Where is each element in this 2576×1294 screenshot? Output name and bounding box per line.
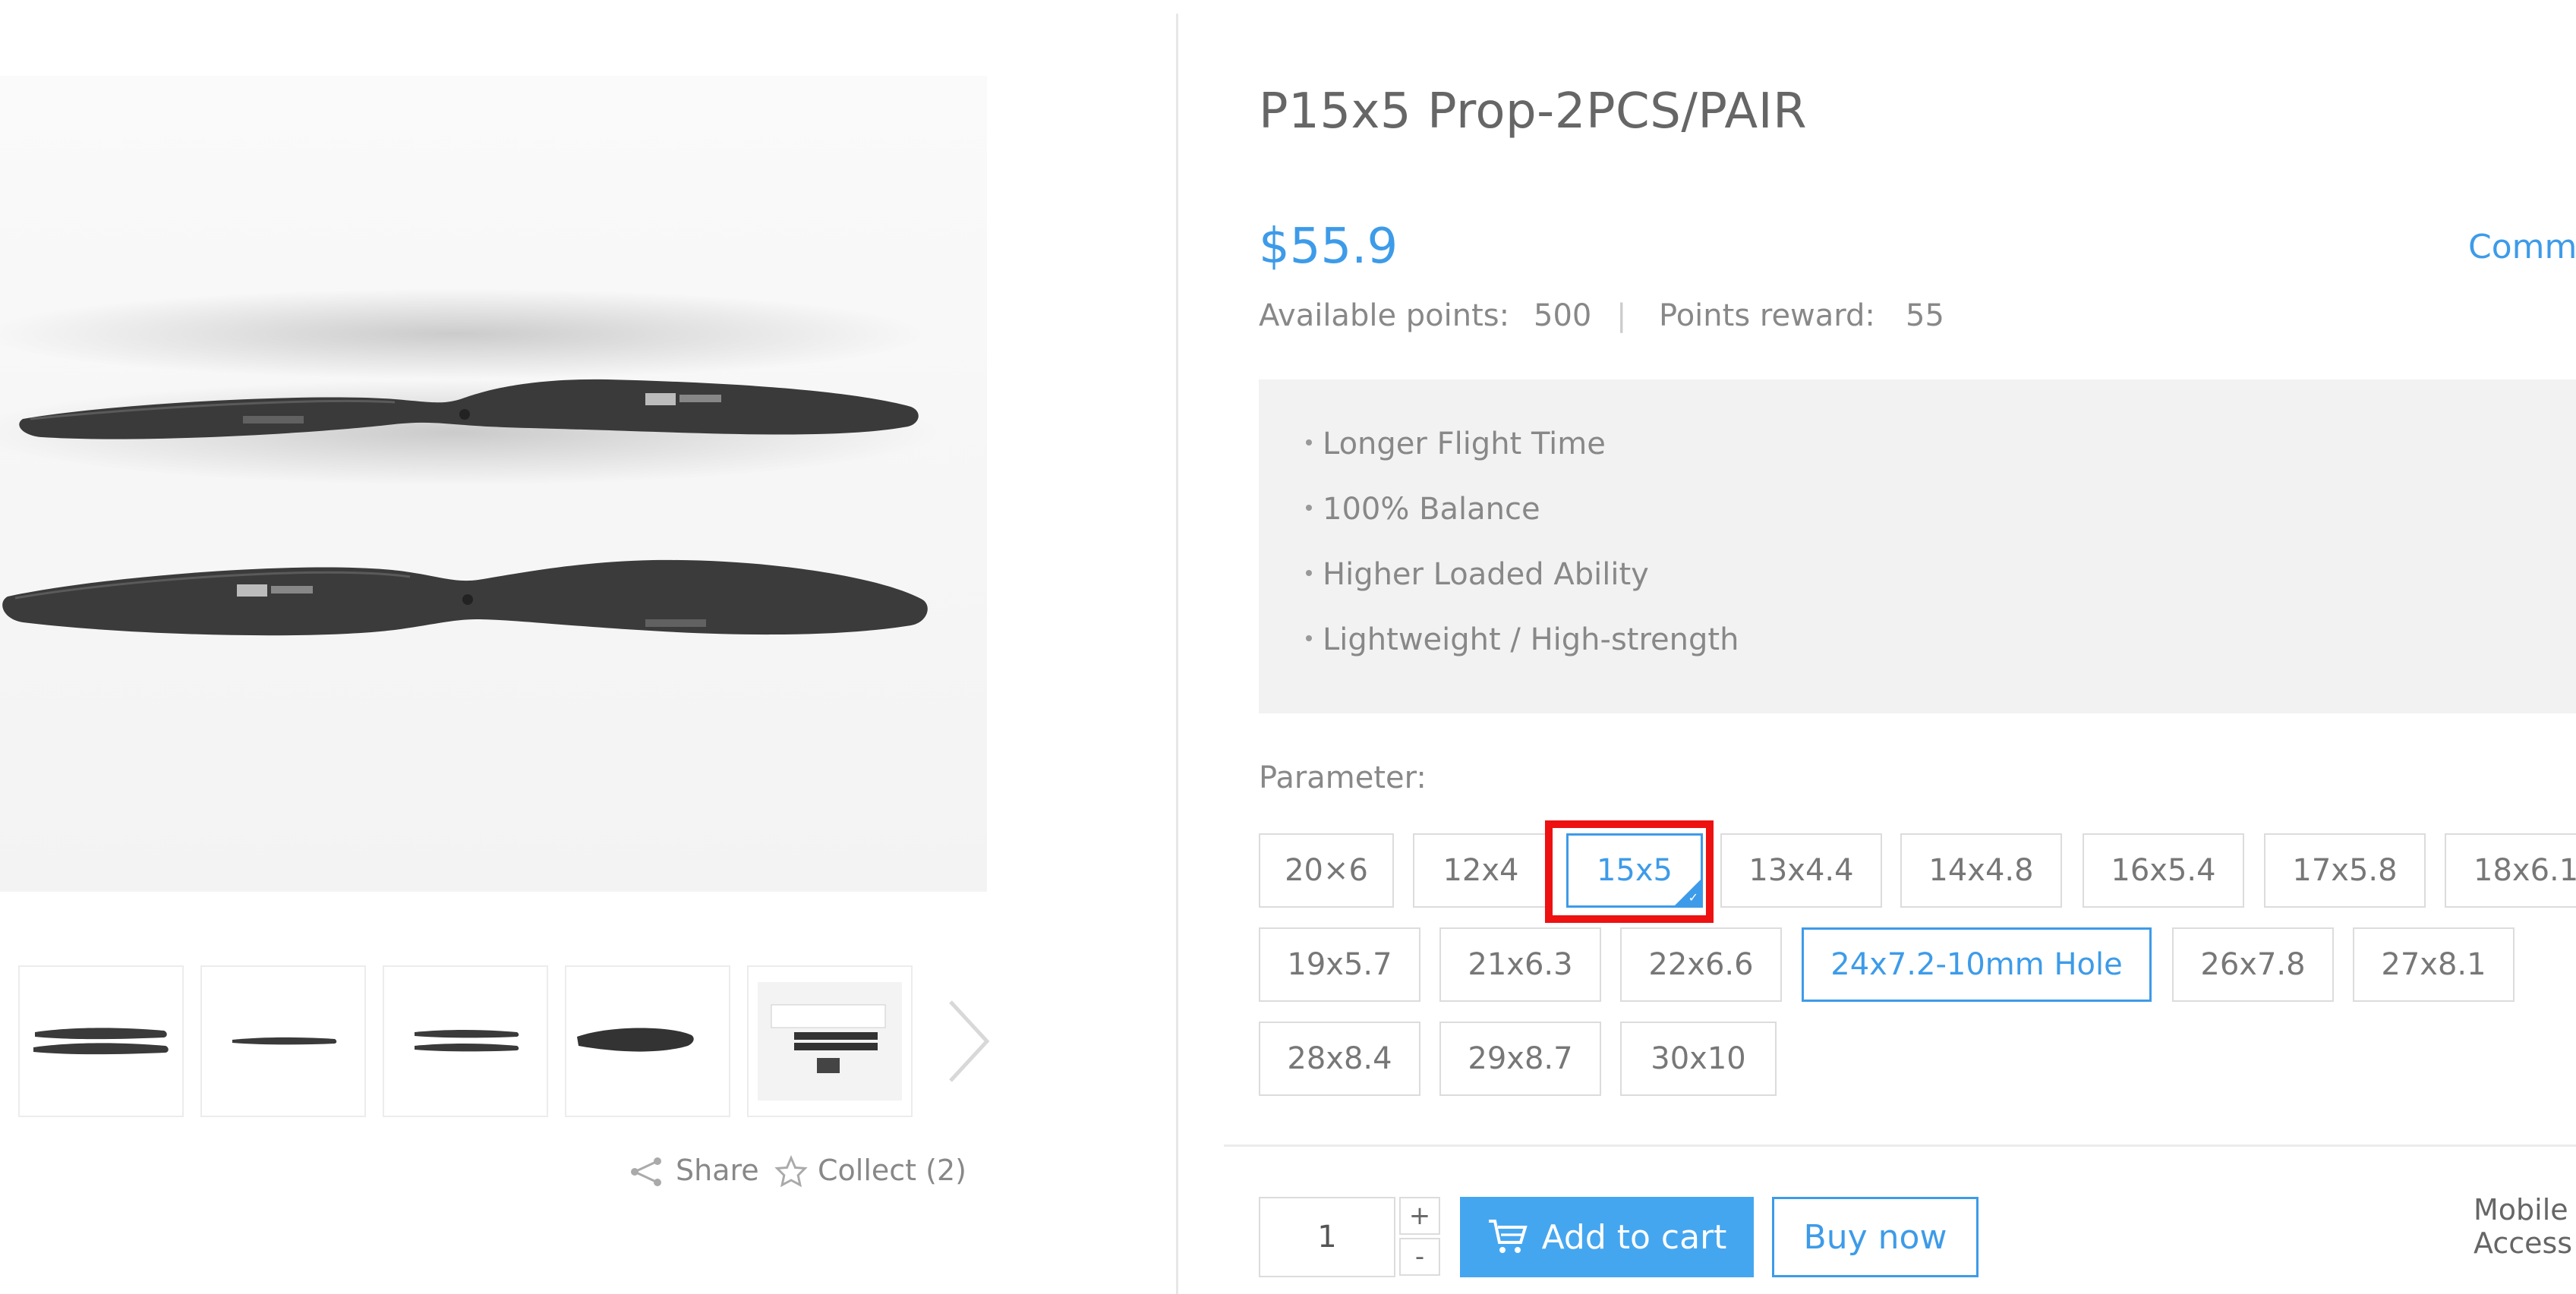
- thumbnail-image: [577, 1028, 694, 1052]
- chevron-right-icon[interactable]: [941, 996, 995, 1087]
- add-to-cart-label: Add to cart: [1541, 1217, 1727, 1257]
- option-26x7.8[interactable]: 26x7.8: [2172, 927, 2334, 1002]
- feature-text: Longer Flight Time: [1323, 427, 1606, 461]
- quantity-input[interactable]: 1: [1259, 1197, 1395, 1277]
- option-22x6.6[interactable]: 22x6.6: [1620, 927, 1782, 1002]
- thumbnail-3[interactable]: [383, 965, 548, 1117]
- mobile-access-line1: Mobile: [2474, 1193, 2568, 1226]
- thumbnail-5[interactable]: [747, 965, 913, 1117]
- thumbnail-1[interactable]: [18, 965, 184, 1117]
- thumbnail-image: [232, 1037, 337, 1045]
- product-title: P15x5 Prop-2PCS/PAIR: [1259, 83, 1808, 140]
- propeller-pair-image: [0, 288, 941, 636]
- thumbnail-image: [415, 1030, 519, 1052]
- section-divider: [1224, 1144, 2576, 1147]
- available-points-label: Available points:: [1259, 298, 1510, 333]
- feature-item: Higher Loaded Ability: [1306, 557, 1649, 592]
- quantity-decrement-button[interactable]: -: [1399, 1238, 1440, 1276]
- feature-item: Lightweight / High-strength: [1306, 622, 1739, 657]
- buy-now-button[interactable]: Buy now: [1772, 1197, 1979, 1277]
- share-icon[interactable]: [629, 1157, 665, 1187]
- share-link[interactable]: Share: [676, 1154, 759, 1187]
- feature-item: Longer Flight Time: [1306, 427, 1606, 461]
- bullet-icon: [1306, 570, 1312, 576]
- cart-icon: [1488, 1220, 1528, 1253]
- option-24x7.2-10mm-hole-selected[interactable]: 24x7.2-10mm Hole: [1802, 927, 2152, 1002]
- comments-link[interactable]: Comme: [2468, 228, 2576, 266]
- bullet-icon: [1306, 439, 1312, 446]
- thumbnail-image: [758, 982, 902, 1100]
- option-19x5.7[interactable]: 19x5.7: [1259, 927, 1420, 1002]
- option-29x8.7[interactable]: 29x8.7: [1439, 1022, 1601, 1096]
- option-21x6.3[interactable]: 21x6.3: [1439, 927, 1601, 1002]
- option-17x5.8[interactable]: 17x5.8: [2264, 833, 2426, 908]
- selection-highlight-box: [1545, 820, 1714, 923]
- option-12x4[interactable]: 12x4: [1413, 833, 1549, 908]
- feature-text: Lightweight / High-strength: [1323, 622, 1739, 657]
- points-reward-label: Points reward:: [1659, 298, 1875, 333]
- collect-link[interactable]: Collect (2): [818, 1154, 966, 1187]
- add-to-cart-button[interactable]: Add to cart: [1460, 1197, 1754, 1277]
- parameter-label: Parameter:: [1259, 760, 1427, 795]
- mobile-access-link[interactable]: Mobile Access: [2474, 1193, 2573, 1260]
- thumbnail-4[interactable]: [565, 965, 730, 1117]
- points-separator: |: [1616, 298, 1627, 333]
- mobile-access-line2: Access: [2474, 1226, 2573, 1260]
- option-20x6[interactable]: 20×6: [1259, 833, 1394, 908]
- thumbnail-2[interactable]: [200, 965, 366, 1117]
- option-30x10[interactable]: 30x10: [1620, 1022, 1777, 1096]
- bullet-icon: [1306, 505, 1312, 511]
- product-price: $55.9: [1259, 219, 1398, 275]
- thumbnail-image: [33, 1028, 169, 1055]
- main-product-image: [0, 76, 987, 892]
- option-28x8.4[interactable]: 28x8.4: [1259, 1022, 1420, 1096]
- available-points-value: 500: [1534, 298, 1592, 333]
- bullet-icon: [1306, 635, 1312, 641]
- option-27x8.1[interactable]: 27x8.1: [2353, 927, 2515, 1002]
- points-reward-value: 55: [1906, 298, 1944, 333]
- feature-item: 100% Balance: [1306, 492, 1540, 527]
- option-16x5.4[interactable]: 16x5.4: [2083, 833, 2244, 908]
- option-18x6.1[interactable]: 18x6.1: [2445, 833, 2576, 908]
- option-13x4.4[interactable]: 13x4.4: [1720, 833, 1882, 908]
- feature-text: 100% Balance: [1323, 492, 1540, 527]
- quantity-increment-button[interactable]: +: [1399, 1197, 1440, 1235]
- column-divider: [1176, 14, 1178, 1294]
- option-14x4.8[interactable]: 14x4.8: [1900, 833, 2062, 908]
- star-icon[interactable]: [774, 1155, 808, 1189]
- feature-text: Higher Loaded Ability: [1323, 557, 1649, 592]
